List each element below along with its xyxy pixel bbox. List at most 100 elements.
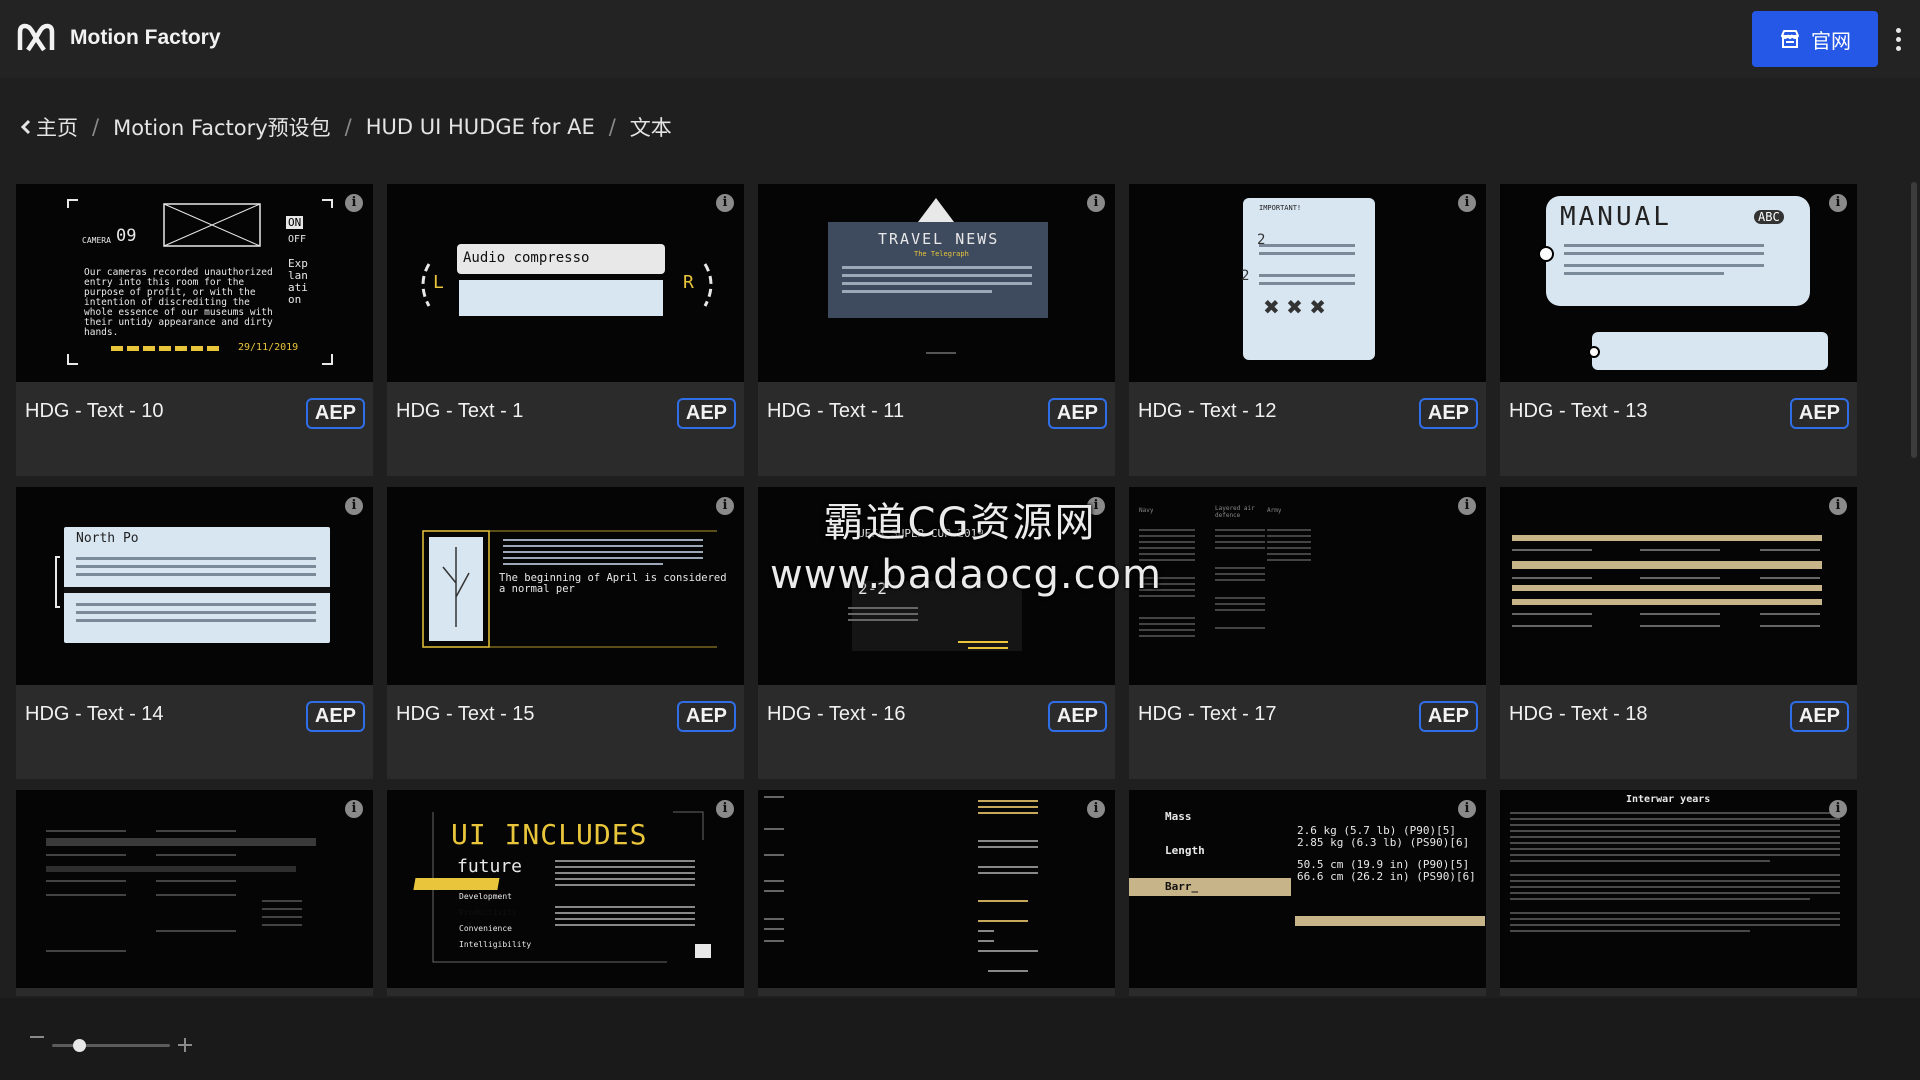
info-icon[interactable]: i [716, 497, 734, 515]
asset-card[interactable]: i HDG - Text - 18 AEP [1500, 487, 1857, 779]
on-label: ON [286, 216, 304, 229]
asset-card[interactable]: i [16, 790, 373, 996]
asset-card[interactable]: TRAVEL NEWS The Telegraph i HDG - Text -… [758, 184, 1115, 476]
asset-thumbnail[interactable]: CAMERA 09 ON OFF Exp lan ati on Our came… [16, 184, 373, 382]
format-badge: AEP [305, 701, 365, 732]
breadcrumb-home[interactable]: 主页 [36, 112, 78, 142]
asset-card[interactable]: Navy Layered air defence Army i HDG - Te… [1129, 487, 1486, 779]
asset-thumbnail[interactable]: UEFA SUPER CUP 2019 2-2 i [758, 487, 1115, 685]
format-badge: AEP [1418, 398, 1478, 429]
col3-label: Army [1267, 507, 1282, 514]
asset-thumbnail[interactable]: Interwar years i [1500, 790, 1857, 988]
format-badge: AEP [1418, 701, 1478, 732]
asset-thumbnail[interactable]: TRAVEL NEWS The Telegraph i [758, 184, 1115, 382]
motion-factory-logo-icon [17, 23, 55, 52]
asset-thumbnail[interactable]: North Po i [16, 487, 373, 685]
zoom-slider-handle[interactable] [73, 1039, 86, 1052]
info-icon[interactable]: i [1829, 800, 1847, 818]
svg-text:✖ ✖ ✖: ✖ ✖ ✖ [1263, 295, 1326, 319]
asset-grid: CAMERA 09 ON OFF Exp lan ati on Our came… [16, 184, 1862, 996]
date-text: 29/11/2019 [238, 342, 299, 353]
hud-northpole-thumbnail [55, 527, 330, 643]
hud-news-thumbnail [828, 198, 1048, 354]
list-item: Productivity [459, 908, 517, 917]
info-icon[interactable]: i [1458, 194, 1476, 212]
hud-columns-thumbnail [1139, 529, 1311, 637]
important-label: IMPORTANT! [1259, 204, 1302, 212]
info-icon[interactable]: i [345, 194, 363, 212]
asset-title: HDG - Text - 12 [1138, 400, 1277, 422]
asset-thumbnail[interactable]: 2 2 ✖ ✖ ✖ IMPORTANT! i [1129, 184, 1486, 382]
asset-card[interactable]: The beginning of April is considered a n… [387, 487, 744, 779]
asset-title: HDG - Text - 15 [396, 703, 535, 725]
format-badge: AEP [305, 398, 365, 429]
article-heading: Interwar years [1626, 794, 1711, 805]
asset-thumbnail[interactable]: Mass Length Barr_ 2.6 kg (5.7 lb) (P90)[… [1129, 790, 1486, 988]
asset-card[interactable]: Audio compresso L R i HDG - Text - 1 AEP [387, 184, 744, 476]
col2-label: Layered air defence [1215, 505, 1255, 519]
info-icon[interactable]: i [1087, 497, 1105, 515]
breadcrumb-separator: / [608, 115, 616, 139]
list-item: Development [459, 892, 512, 901]
zoom-out-icon[interactable] [30, 1036, 44, 1038]
breadcrumb-hud-ui[interactable]: HUD UI HUDGE for AE [366, 115, 595, 139]
info-icon[interactable]: i [345, 800, 363, 818]
asset-card[interactable]: 2 2 ✖ ✖ ✖ IMPORTANT! i HDG - Text - 12 A… [1129, 184, 1486, 476]
hud-important-thumbnail: 2 2 ✖ ✖ ✖ [1241, 198, 1375, 360]
bottom-bar [0, 998, 1920, 1080]
asset-card[interactable]: UI INCLUDES future Development Productiv… [387, 790, 744, 996]
col1-label: Navy [1139, 507, 1154, 514]
breadcrumb-preset-pack[interactable]: Motion Factory预设包 [113, 112, 331, 142]
asset-thumbnail[interactable]: The beginning of April is considered a n… [387, 487, 744, 685]
asset-thumbnail[interactable]: i [758, 790, 1115, 988]
info-icon[interactable]: i [716, 194, 734, 212]
info-icon[interactable]: i [1458, 800, 1476, 818]
format-badge: AEP [1047, 701, 1107, 732]
brand[interactable]: Motion Factory [16, 20, 221, 56]
zoom-slider[interactable] [52, 1044, 170, 1047]
info-icon[interactable]: i [1087, 800, 1105, 818]
asset-thumbnail[interactable]: MANUAL ABC i [1500, 184, 1857, 382]
asset-card[interactable]: North Po i HDG - Text - 14 AEP [16, 487, 373, 779]
asset-title: HDG - Text - 17 [1138, 703, 1277, 725]
more-vertical-icon[interactable] [1890, 22, 1906, 56]
asset-thumbnail[interactable]: Navy Layered air defence Army i [1129, 487, 1486, 685]
asset-card[interactable]: UEFA SUPER CUP 2019 2-2 i HDG - Text - 1… [758, 487, 1115, 779]
storefront-icon [1781, 30, 1799, 48]
info-icon[interactable]: i [1829, 194, 1847, 212]
info-icon[interactable]: i [1829, 497, 1847, 515]
zoom-in-icon[interactable] [178, 1038, 192, 1052]
stat-label: Length [1165, 844, 1205, 857]
asset-title: HDG - Text - 16 [767, 703, 906, 725]
asset-title: HDG - Text - 18 [1509, 703, 1648, 725]
right-channel: R [683, 272, 694, 293]
manual-heading: MANUAL [1560, 202, 1672, 232]
asset-title: HDG - Text - 10 [25, 400, 164, 422]
svg-text:2: 2 [1241, 268, 1249, 284]
chevron-left-icon[interactable] [20, 119, 32, 135]
breadcrumb-separator: / [344, 115, 352, 139]
breadcrumb-current: 文本 [629, 116, 672, 140]
format-badge: AEP [1047, 398, 1107, 429]
official-site-button[interactable]: 官网 [1752, 11, 1878, 67]
asset-card[interactable]: MANUAL ABC i HDG - Text - 13 AEP [1500, 184, 1857, 476]
format-badge: AEP [1789, 398, 1849, 429]
info-icon[interactable]: i [345, 497, 363, 515]
asset-title: HDG - Text - 11 [767, 400, 905, 422]
asset-card[interactable]: Interwar years i [1500, 790, 1857, 996]
asset-thumbnail[interactable]: i [1500, 487, 1857, 685]
asset-thumbnail[interactable]: Audio compresso L R i [387, 184, 744, 382]
asset-thumbnail[interactable]: i [16, 790, 373, 988]
news-heading: TRAVEL NEWS [878, 230, 1000, 248]
info-icon[interactable]: i [1458, 497, 1476, 515]
asset-card[interactable]: Mass Length Barr_ 2.6 kg (5.7 lb) (P90)[… [1129, 790, 1486, 996]
stat-label: Barr_ [1165, 880, 1199, 893]
info-icon[interactable]: i [716, 800, 734, 818]
grid-scrollbar[interactable] [1911, 182, 1917, 458]
asset-card[interactable]: i [758, 790, 1115, 996]
asset-thumbnail[interactable]: UI INCLUDES future Development Productiv… [387, 790, 744, 988]
info-icon[interactable]: i [1087, 194, 1105, 212]
asset-card[interactable]: CAMERA 09 ON OFF Exp lan ati on Our came… [16, 184, 373, 476]
news-sub: The Telegraph [914, 250, 969, 258]
camera-number: 09 [116, 226, 137, 246]
